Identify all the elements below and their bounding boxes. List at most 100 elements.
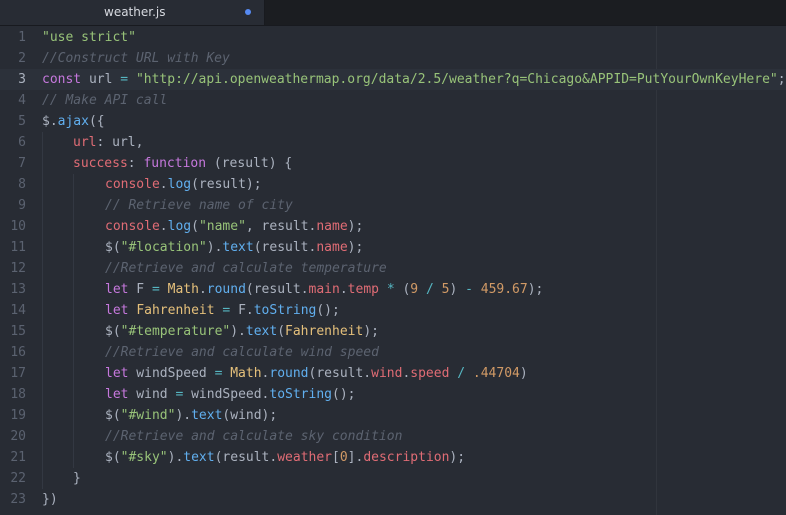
code-line[interactable]: 21 $("#sky").text(result.weather[0].descr… [0, 447, 786, 468]
code-token: text [222, 240, 254, 255]
code-token: log [167, 219, 192, 234]
code-text: let Fahrenheit = F.toString(); [105, 300, 340, 321]
code-token: (result. [253, 240, 317, 255]
line-number[interactable]: 15 [0, 321, 26, 342]
code-line[interactable]: 19 $("#wind").text(wind); [0, 405, 786, 426]
indent-guide [42, 132, 43, 153]
code-line[interactable]: 2 //Construct URL with Key [0, 48, 786, 69]
line-number[interactable]: 1 [0, 27, 26, 48]
code-token: $. [42, 114, 58, 129]
code-line[interactable]: 12 //Retrieve and calculate temperature [0, 258, 786, 279]
code-token: toString [253, 303, 317, 318]
code-token: windSpeed [128, 366, 215, 381]
line-number[interactable]: 8 [0, 174, 26, 195]
indent-guide [73, 216, 74, 237]
indent-guide [42, 426, 43, 447]
code-token: ). [175, 408, 192, 423]
modified-indicator-icon[interactable] [245, 9, 251, 15]
line-number[interactable]: 13 [0, 279, 26, 300]
line-number[interactable]: 22 [0, 468, 26, 489]
line-number[interactable]: 6 [0, 132, 26, 153]
code-text: } [73, 468, 81, 489]
code-token: }) [42, 492, 58, 507]
code-line[interactable]: 18 let wind = windSpeed.toString(); [0, 384, 786, 405]
indent-guide [42, 468, 43, 489]
code-token: console [105, 177, 160, 192]
line-number[interactable]: 21 [0, 447, 26, 468]
code-token: ). [230, 324, 246, 339]
code-token: url [73, 135, 97, 150]
code-line[interactable]: 1 "use strict" [0, 27, 786, 48]
indent-guide [42, 153, 43, 174]
code-token: log [167, 177, 192, 192]
code-token: ); [347, 219, 364, 234]
code-token: name [316, 219, 348, 234]
code-line[interactable]: 3 const url = "http://api.openweathermap.… [0, 69, 786, 90]
line-number[interactable]: 17 [0, 363, 26, 384]
indent-guide [42, 195, 43, 216]
code-line[interactable]: 10 console.log("name", result.name); [0, 216, 786, 237]
code-line[interactable]: 20 //Retrieve and calculate sky condition [0, 426, 786, 447]
indent-guide [73, 342, 74, 363]
code-token: let [105, 282, 129, 297]
code-token: function [143, 156, 207, 171]
line-number[interactable]: 16 [0, 342, 26, 363]
code-token: F. [230, 303, 254, 318]
indent-guide [73, 300, 74, 321]
code-text: const url = "http://api.openweathermap.o… [42, 69, 786, 90]
code-editor[interactable]: 1 "use strict" 2//Construct URL with Key 3 c… [0, 26, 786, 515]
indent-guide [42, 174, 43, 195]
code-line[interactable]: 17 let windSpeed = Math.round(result.wind… [0, 363, 786, 384]
line-number[interactable]: 2 [0, 48, 26, 69]
code-token: //Retrieve and calculate sky condition [105, 429, 403, 444]
line-number[interactable]: 10 [0, 216, 26, 237]
code-line[interactable]: 8 console.log(result); [0, 174, 786, 195]
code-token: = [120, 72, 129, 87]
code-line[interactable]: 6 url: url, [0, 132, 786, 153]
code-token: , result. [245, 219, 317, 234]
line-number[interactable]: 14 [0, 300, 26, 321]
line-number[interactable]: 19 [0, 405, 26, 426]
code-line[interactable]: 23}) [0, 489, 786, 510]
line-number[interactable]: 5 [0, 111, 26, 132]
code-token: (result. [214, 450, 278, 465]
code-line[interactable]: 11 $("#location").text(result.name); [0, 237, 786, 258]
indent-guide [42, 216, 43, 237]
line-number[interactable]: 3 [0, 69, 26, 90]
code-token: name [316, 240, 348, 255]
code-token: ( [394, 282, 411, 297]
code-line[interactable]: 5 $.ajax({ [0, 111, 786, 132]
code-token: let [105, 303, 129, 318]
code-text: url: url, [73, 132, 143, 153]
line-number[interactable]: 18 [0, 384, 26, 405]
code-line[interactable]: 14 let Fahrenheit = F.toString(); [0, 300, 786, 321]
tab-weather-js[interactable]: weather.js [0, 0, 265, 25]
code-line[interactable]: 4 // Make API call [0, 90, 786, 111]
line-number[interactable]: 4 [0, 90, 26, 111]
code-text: // Make API call [42, 90, 167, 111]
code-token: . [159, 219, 168, 234]
line-number[interactable]: 11 [0, 237, 26, 258]
code-line[interactable]: 16 //Retrieve and calculate wind speed [0, 342, 786, 363]
line-number[interactable]: 9 [0, 195, 26, 216]
tab-title: weather.js [104, 5, 166, 19]
indent-guide [73, 174, 74, 195]
code-token: ]. [347, 450, 364, 465]
code-token: windSpeed. [183, 387, 270, 402]
line-number[interactable]: 20 [0, 426, 26, 447]
code-token: //Construct URL with Key [42, 51, 230, 66]
line-number[interactable]: 7 [0, 153, 26, 174]
line-number[interactable]: 12 [0, 258, 26, 279]
line-number[interactable]: 23 [0, 489, 26, 510]
code-line[interactable]: 22} [0, 468, 786, 489]
code-line[interactable]: 13 let F = Math.round(result.main.temp * … [0, 279, 786, 300]
code-line[interactable]: 7 success: function (result) { [0, 153, 786, 174]
code-line[interactable]: 15 $("#temperature").text(Fahrenheit); [0, 321, 786, 342]
code-line[interactable]: 9 // Retrieve name of city [0, 195, 786, 216]
code-token: (); [316, 303, 340, 318]
